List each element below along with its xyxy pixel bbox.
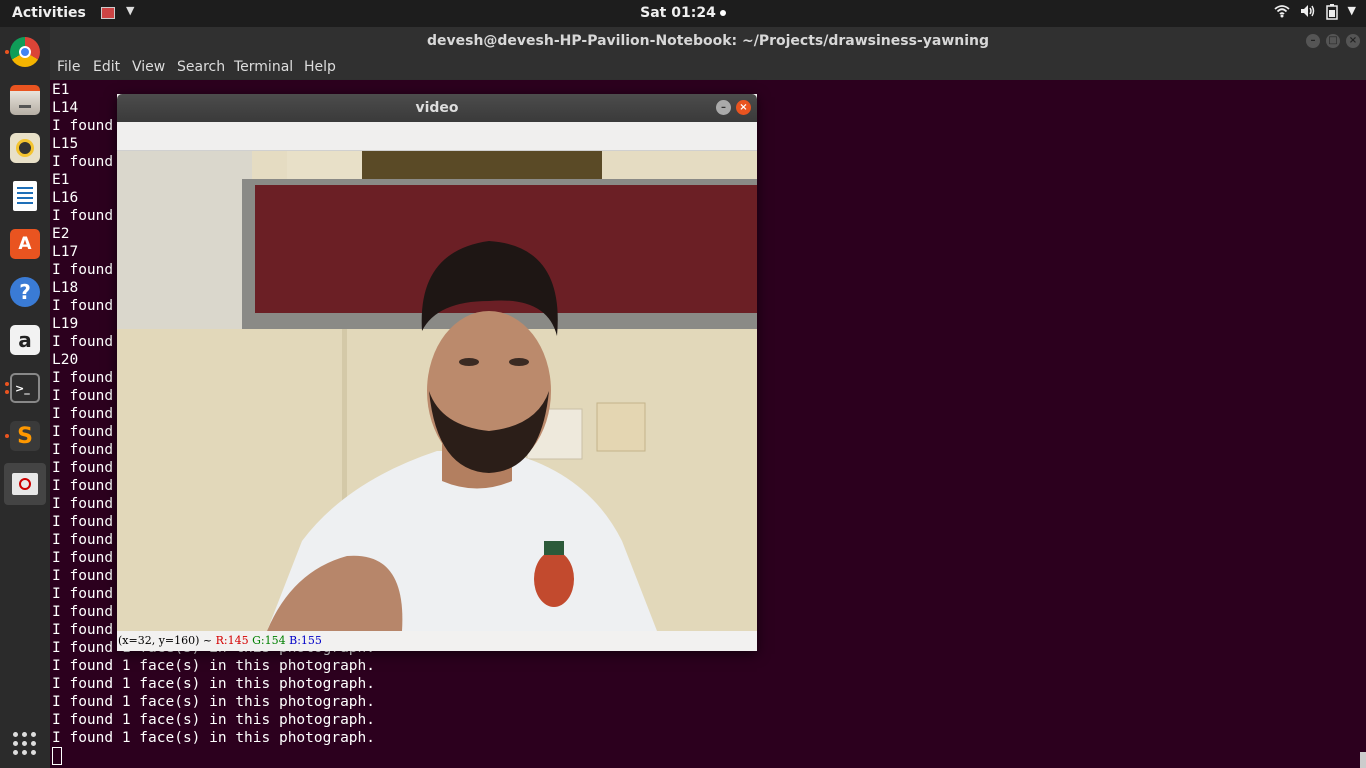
chevron-down-icon[interactable]: ▼ xyxy=(1348,4,1356,24)
software-icon: A xyxy=(10,229,40,259)
dock-chrome[interactable] xyxy=(4,31,46,73)
menu-help[interactable]: Help xyxy=(304,59,336,75)
close-icon[interactable]: × xyxy=(736,100,751,115)
show-applications-icon[interactable] xyxy=(13,732,37,756)
cursor-coordinates: (x=32, y=160) ~ xyxy=(118,634,213,647)
terminal-cursor xyxy=(52,747,62,765)
system-tray[interactable]: ▼ xyxy=(1273,4,1356,24)
video-title: video xyxy=(415,100,459,116)
dock-help[interactable]: ? xyxy=(4,271,46,313)
minimize-icon[interactable]: – xyxy=(716,100,731,115)
dock: A ? a >_ S xyxy=(0,27,50,768)
volume-icon[interactable] xyxy=(1300,4,1316,24)
webcam-image xyxy=(117,151,757,631)
files-icon xyxy=(10,85,40,115)
menu-edit[interactable]: Edit xyxy=(93,59,120,75)
dock-terminal[interactable]: >_ xyxy=(4,367,46,409)
running-indicator xyxy=(5,50,9,54)
amazon-icon: a xyxy=(10,325,40,355)
pixel-red-value: R:145 xyxy=(215,634,249,647)
terminal-titlebar[interactable]: devesh@devesh-HP-Pavilion-Notebook: ~/Pr… xyxy=(50,27,1366,55)
dock-video-window[interactable] xyxy=(4,463,46,505)
close-icon[interactable]: × xyxy=(1346,34,1360,48)
dock-rhythmbox[interactable] xyxy=(4,127,46,169)
wifi-icon[interactable] xyxy=(1273,4,1290,24)
battery-icon[interactable] xyxy=(1325,4,1338,24)
running-indicator xyxy=(5,390,9,394)
menu-search[interactable]: Search xyxy=(177,59,225,75)
maximize-icon[interactable]: □ xyxy=(1326,34,1340,48)
terminal-line: I found 1 face(s) in this photograph. xyxy=(52,694,376,710)
terminal-menubar: File Edit View Search Terminal Help xyxy=(50,55,1366,80)
help-icon: ? xyxy=(10,277,40,307)
running-indicator xyxy=(5,434,9,438)
scrollbar[interactable] xyxy=(1360,752,1366,768)
dock-writer[interactable] xyxy=(4,175,46,217)
terminal-line: I found 1 face(s) in this photograph. xyxy=(52,712,376,728)
clock-label[interactable]: Sat 01:24 xyxy=(640,5,716,21)
dock-amazon[interactable]: a xyxy=(4,319,46,361)
dock-sublime[interactable]: S xyxy=(4,415,46,457)
clock[interactable]: Sat 01:24 xyxy=(0,5,1366,21)
notification-dot-icon xyxy=(719,10,726,16)
video-window-icon xyxy=(12,473,38,495)
writer-icon xyxy=(13,181,37,211)
sublime-icon: S xyxy=(10,421,40,451)
terminal-title: devesh@devesh-HP-Pavilion-Notebook: ~/Pr… xyxy=(426,33,990,49)
menu-file[interactable]: File xyxy=(57,59,80,75)
terminal-line: I found 1 face(s) in this photograph. xyxy=(52,730,376,746)
dock-files[interactable] xyxy=(4,79,46,121)
video-titlebar[interactable]: video – × xyxy=(117,94,757,122)
video-statusbar: (x=32, y=160) ~ R:145 G:154 B:155 xyxy=(117,631,757,651)
rhythmbox-icon xyxy=(10,133,40,163)
chrome-icon xyxy=(10,37,40,67)
dock-software[interactable]: A xyxy=(4,223,46,265)
menu-view[interactable]: View xyxy=(132,59,165,75)
webcam-frame[interactable] xyxy=(117,151,757,631)
terminal-line: I found 1 face(s) in this photograph. xyxy=(52,658,376,674)
top-bar: Activities ▼ Sat 01:24 ▼ xyxy=(0,0,1366,27)
video-window[interactable]: video – × (x=32, y=160) ~ R:145 G:154 B:… xyxy=(117,94,757,651)
video-toolbar xyxy=(117,122,757,151)
terminal-icon: >_ xyxy=(10,373,40,403)
pixel-blue-value: B:155 xyxy=(289,634,322,647)
running-indicator xyxy=(5,382,9,386)
pixel-green-value: G:154 xyxy=(252,634,286,647)
terminal-line: I found 1 face(s) in this photograph. xyxy=(52,676,376,692)
minimize-icon[interactable]: – xyxy=(1306,34,1320,48)
menu-terminal[interactable]: Terminal xyxy=(234,59,293,75)
